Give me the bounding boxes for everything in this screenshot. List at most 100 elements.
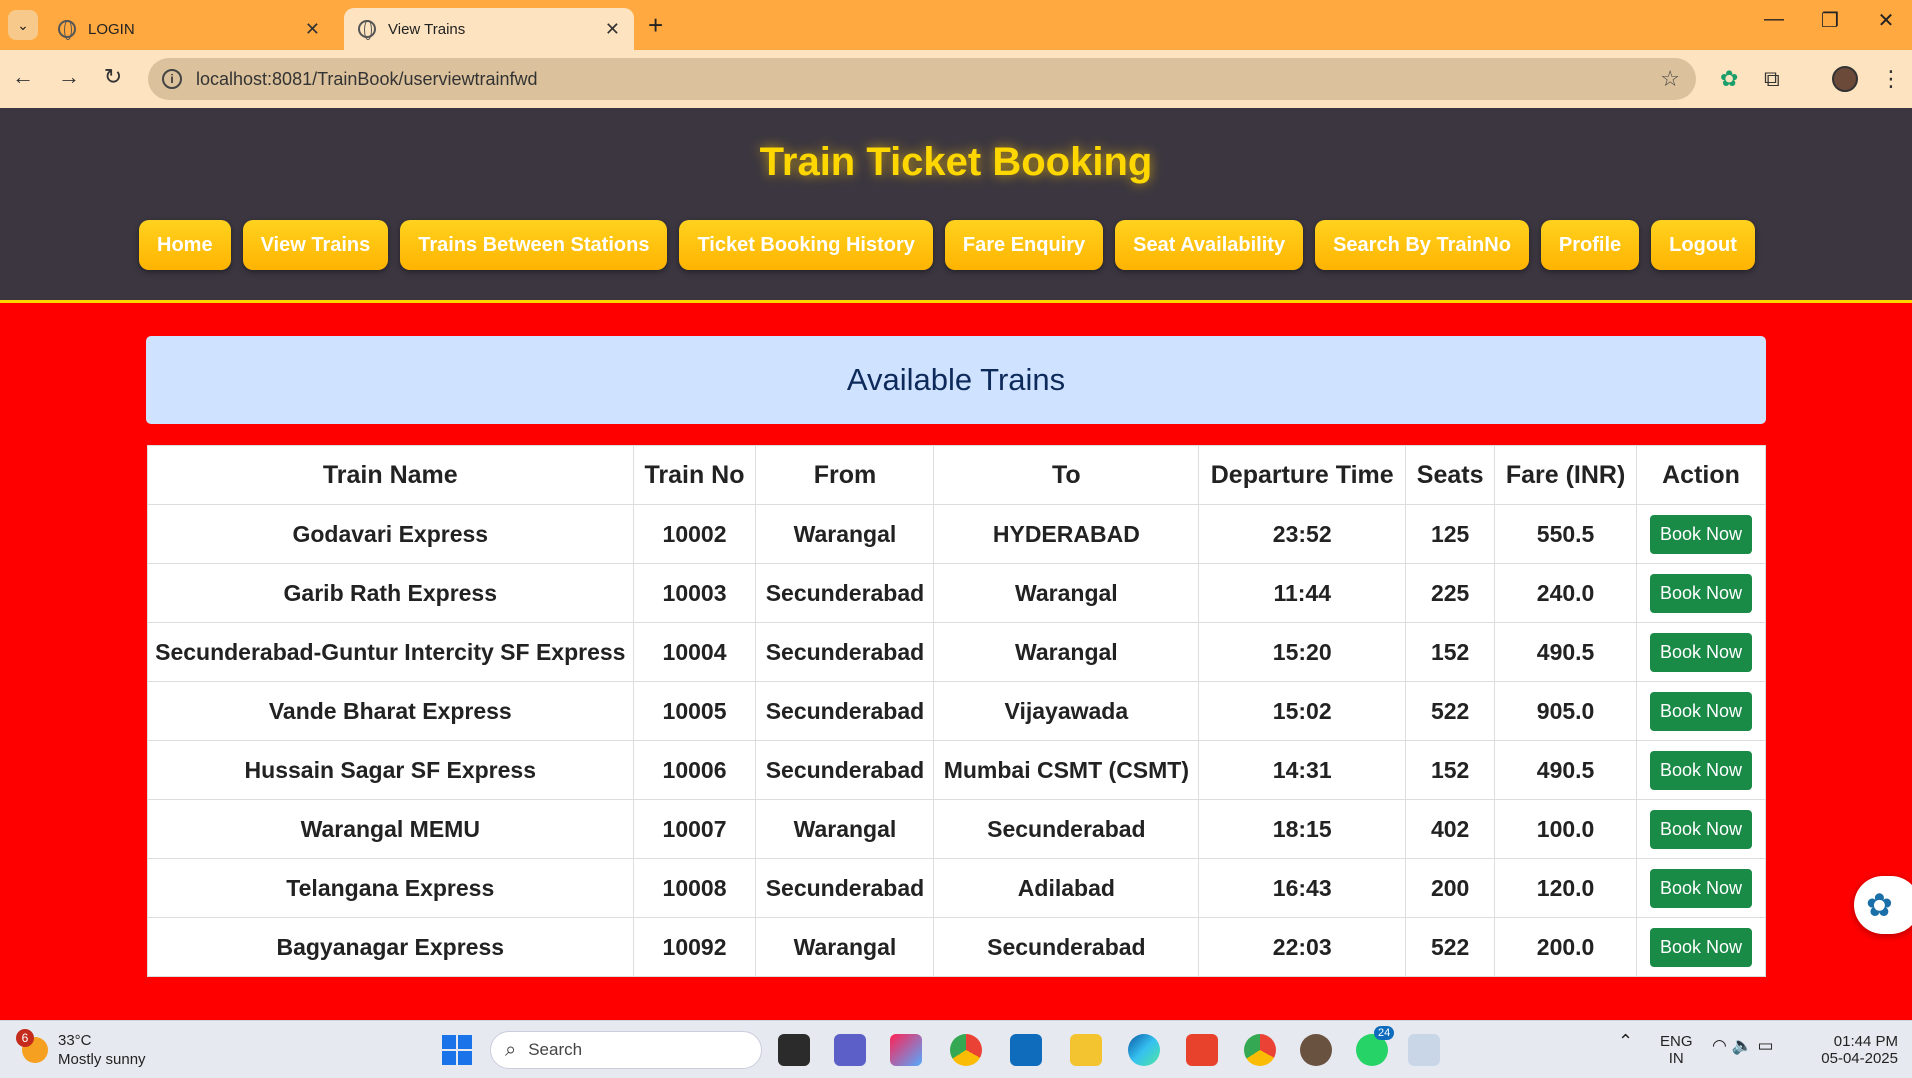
store-icon[interactable] bbox=[1010, 1034, 1042, 1066]
departure-time-cell: 16:43 bbox=[1198, 858, 1407, 918]
seats-cell: 152 bbox=[1405, 740, 1496, 800]
nav-fare-enquiry[interactable]: Fare Enquiry bbox=[944, 220, 1104, 270]
wps-office-icon[interactable] bbox=[1186, 1034, 1218, 1066]
book-now-button[interactable]: Book Now bbox=[1649, 573, 1753, 613]
extensions-puzzle-icon[interactable]: ⧉ bbox=[1764, 66, 1780, 92]
train-no-cell: 10004 bbox=[632, 622, 757, 682]
from-cell: Warangal bbox=[755, 504, 935, 564]
to-cell: Warangal bbox=[933, 622, 1200, 682]
language-indicator[interactable]: ENG IN bbox=[1660, 1033, 1693, 1067]
chrome-profile-icon[interactable] bbox=[1244, 1034, 1276, 1066]
train-name-cell: Garib Rath Express bbox=[147, 563, 634, 623]
whatsapp-icon[interactable]: 24 bbox=[1356, 1026, 1395, 1066]
nav-logout[interactable]: Logout bbox=[1651, 220, 1755, 270]
nav-seat-availability[interactable]: Seat Availability bbox=[1115, 220, 1304, 270]
restore-icon[interactable]: ❐ bbox=[1810, 8, 1850, 33]
table-row: Garib Rath Express 10003 Secunderabad Waran… bbox=[147, 563, 1766, 623]
table-row: Secunderabad-Guntur Intercity SF Express… bbox=[147, 622, 1766, 682]
tab-search-menu-button[interactable]: ⌄ bbox=[8, 10, 38, 40]
fare-cell: 490.5 bbox=[1494, 622, 1637, 682]
book-now-button[interactable]: Book Now bbox=[1649, 868, 1753, 908]
nav-search-by-trainno[interactable]: Search By TrainNo bbox=[1315, 220, 1529, 270]
tray-chevron-icon[interactable]: ⌃ bbox=[1618, 1032, 1633, 1050]
task-view-icon[interactable] bbox=[778, 1034, 810, 1066]
clock-time: 01:44 PM bbox=[1833, 1033, 1898, 1050]
departure-time-cell: 22:03 bbox=[1198, 917, 1407, 977]
file-explorer-icon[interactable] bbox=[1070, 1034, 1102, 1066]
train-no-cell: 10007 bbox=[632, 799, 757, 859]
book-now-button[interactable]: Book Now bbox=[1649, 691, 1753, 731]
table-row: Bagyanagar Express 10092 Warangal Secundera… bbox=[147, 917, 1766, 977]
book-now-button[interactable]: Book Now bbox=[1649, 809, 1753, 849]
action-cell: Book Now bbox=[1636, 622, 1766, 682]
seats-cell: 125 bbox=[1405, 504, 1496, 564]
chatgpt-extension-icon[interactable]: ✿ bbox=[1720, 66, 1738, 92]
action-cell: Book Now bbox=[1636, 799, 1766, 859]
from-cell: Secunderabad bbox=[755, 740, 935, 800]
action-cell: Book Now bbox=[1636, 740, 1766, 800]
edge-icon[interactable] bbox=[1128, 1034, 1160, 1066]
col-action: Action bbox=[1636, 445, 1766, 505]
reload-icon[interactable]: ↻ bbox=[98, 64, 128, 90]
book-now-button[interactable]: Book Now bbox=[1649, 927, 1753, 967]
bookmark-star-icon[interactable]: ☆ bbox=[1660, 66, 1680, 92]
chatgpt-sidebar-icon[interactable]: ✿ bbox=[1854, 876, 1912, 934]
train-name-cell: Vande Bharat Express bbox=[147, 681, 634, 741]
browser-toolbar: ← → ↻ i localhost:8081/TrainBook/uservie… bbox=[0, 50, 1912, 108]
to-cell: Vijayawada bbox=[933, 681, 1200, 741]
book-now-button[interactable]: Book Now bbox=[1649, 514, 1753, 554]
main-nav: Home View Trains Trains Between Stations… bbox=[139, 220, 1755, 270]
train-name-cell: Telangana Express bbox=[147, 858, 634, 918]
table-header-row: Train Name Train No From To Departure Ti… bbox=[147, 445, 1766, 505]
action-cell: Book Now bbox=[1636, 681, 1766, 741]
whatsapp-badge: 24 bbox=[1374, 1026, 1395, 1040]
book-now-button[interactable]: Book Now bbox=[1649, 750, 1753, 790]
clock[interactable]: 01:44 PM 05-04-2025 bbox=[1808, 1033, 1898, 1067]
nav-trains-between-stations[interactable]: Trains Between Stations bbox=[400, 220, 668, 270]
seats-cell: 522 bbox=[1405, 917, 1496, 977]
table-row: Vande Bharat Express 10005 Secunderabad Vij… bbox=[147, 681, 1766, 741]
departure-time-cell: 11:44 bbox=[1198, 563, 1407, 623]
weather-widget[interactable]: 6 33°C Mostly sunny bbox=[16, 1029, 146, 1069]
browser-tab-bar: ⌄ LOGIN ✕ View Trains ✕ + — ❐ ✕ bbox=[0, 0, 1912, 50]
close-icon[interactable]: ✕ bbox=[605, 19, 620, 40]
new-tab-button[interactable]: + bbox=[648, 10, 663, 40]
fare-cell: 240.0 bbox=[1494, 563, 1637, 623]
window-close-icon[interactable]: ✕ bbox=[1866, 8, 1906, 33]
tab-title: LOGIN bbox=[88, 20, 135, 38]
book-now-button[interactable]: Book Now bbox=[1649, 632, 1753, 672]
tab-view-trains[interactable]: View Trains ✕ bbox=[344, 8, 634, 50]
back-arrow-icon[interactable]: ← bbox=[8, 64, 38, 90]
media-app-icon[interactable] bbox=[1408, 1034, 1440, 1066]
forward-arrow-icon[interactable]: → bbox=[54, 64, 84, 90]
seats-cell: 225 bbox=[1405, 563, 1496, 623]
close-icon[interactable]: ✕ bbox=[305, 19, 320, 40]
site-info-icon[interactable]: i bbox=[162, 69, 182, 89]
tab-login[interactable]: LOGIN ✕ bbox=[44, 8, 334, 50]
profile-avatar[interactable] bbox=[1832, 66, 1858, 92]
address-bar[interactable]: i localhost:8081/TrainBook/userviewtrain… bbox=[148, 58, 1696, 100]
seats-cell: 402 bbox=[1405, 799, 1496, 859]
windows-start-icon[interactable] bbox=[442, 1035, 472, 1065]
copilot-icon[interactable] bbox=[890, 1034, 922, 1066]
tab-title: View Trains bbox=[388, 20, 466, 38]
app-icon[interactable] bbox=[1300, 1034, 1332, 1066]
taskbar-search[interactable]: ⌕ Search bbox=[490, 1031, 762, 1069]
nav-profile[interactable]: Profile bbox=[1540, 220, 1640, 270]
action-cell: Book Now bbox=[1636, 504, 1766, 564]
nav-view-trains[interactable]: View Trains bbox=[242, 220, 389, 270]
chrome-icon[interactable] bbox=[950, 1034, 982, 1066]
minimize-icon[interactable]: — bbox=[1754, 8, 1794, 31]
fare-cell: 550.5 bbox=[1494, 504, 1637, 564]
wifi-volume-battery-icons[interactable]: ◠ 🔈 ▭ bbox=[1712, 1037, 1774, 1054]
seats-cell: 152 bbox=[1405, 622, 1496, 682]
table-row: Warangal MEMU 10007 Warangal Secunderabad 18… bbox=[147, 799, 1766, 859]
nav-ticket-booking-history[interactable]: Ticket Booking History bbox=[679, 220, 933, 270]
train-no-cell: 10003 bbox=[632, 563, 757, 623]
more-menu-icon[interactable]: ⋮ bbox=[1880, 66, 1902, 92]
to-cell: Secunderabad bbox=[933, 799, 1200, 859]
windows-taskbar: 6 33°C Mostly sunny ⌕ Search 24 ⌃ ENG IN… bbox=[0, 1020, 1912, 1078]
teams-icon[interactable] bbox=[834, 1034, 866, 1066]
nav-home[interactable]: Home bbox=[139, 220, 231, 270]
trains-table: Train Name Train No From To Departure Ti… bbox=[147, 445, 1766, 977]
